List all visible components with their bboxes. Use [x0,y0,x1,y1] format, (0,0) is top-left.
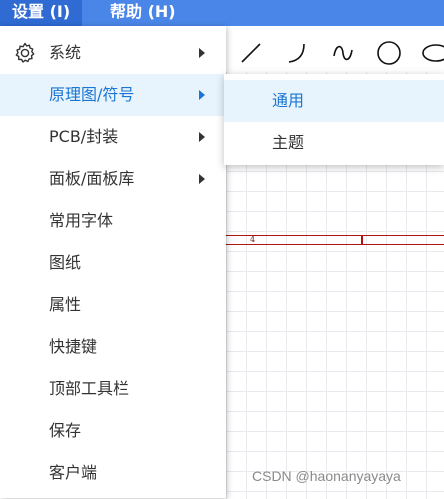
submenu-arrow-icon [199,48,205,58]
menu-item-schematic-symbol[interactable]: 原理图/符号 [0,74,226,116]
wire-junction [361,235,363,245]
wire-label: 4 [250,235,256,244]
submenu-arrow-icon [199,90,205,100]
settings-dropdown: 系统 原理图/符号 PCB/封装 面板/面板库 常用字体 图纸 属性 快捷键 顶… [0,26,226,498]
menu-item-label: 顶部工具栏 [49,379,130,398]
menu-item-client[interactable]: 客户端 [0,452,226,494]
menu-item-save[interactable]: 保存 [0,410,226,452]
menu-item-shortcuts[interactable]: 快捷键 [0,326,226,368]
menu-item-label: 图纸 [49,253,82,272]
menu-item-pcb-footprint[interactable]: PCB/封装 [0,116,226,158]
menu-item-label: 常用字体 [49,211,114,230]
menu-item-label: PCB/封装 [49,127,119,146]
submenu-item-label: 主题 [272,133,305,152]
bezier-tool-icon[interactable] [328,38,358,68]
submenu-arrow-icon [199,174,205,184]
drawing-toolbar [226,26,444,72]
menu-item-properties[interactable]: 属性 [0,284,226,326]
menubar: 设置 (I) 帮助 (H) [0,0,444,26]
menu-item-label: 快捷键 [49,337,98,356]
menu-item-label: 属性 [49,295,82,314]
submenu-item-label: 通用 [272,91,305,110]
circle-tool-icon[interactable] [374,38,404,68]
watermark: CSDN @haonanyayaya [252,468,401,484]
schematic-submenu: 通用 主题 [224,74,444,165]
menu-settings[interactable]: 设置 (I) [0,0,83,26]
menu-item-label: 系统 [49,43,82,62]
arc-tool-icon[interactable] [282,38,312,68]
menu-item-common-fonts[interactable]: 常用字体 [0,200,226,242]
menu-item-panel-library[interactable]: 面板/面板库 [0,158,226,200]
gear-icon [15,42,35,63]
menu-item-top-toolbar[interactable]: 顶部工具栏 [0,368,226,410]
submenu-arrow-icon [199,132,205,142]
line-tool-icon[interactable] [236,38,266,68]
menu-help[interactable]: 帮助 (H) [98,0,188,26]
menu-item-label: 客户端 [49,463,98,482]
menu-item-system[interactable]: 系统 [0,32,226,74]
menu-item-label: 原理图/符号 [49,85,135,104]
submenu-item-theme[interactable]: 主题 [224,122,444,164]
menu-item-label: 面板/面板库 [49,169,135,188]
submenu-item-general[interactable]: 通用 [224,80,444,122]
menu-item-label: 保存 [49,421,82,440]
ellipse-tool-icon[interactable] [420,38,444,68]
menu-item-drawing-sheet[interactable]: 图纸 [0,242,226,284]
schematic-wire[interactable] [226,235,444,245]
